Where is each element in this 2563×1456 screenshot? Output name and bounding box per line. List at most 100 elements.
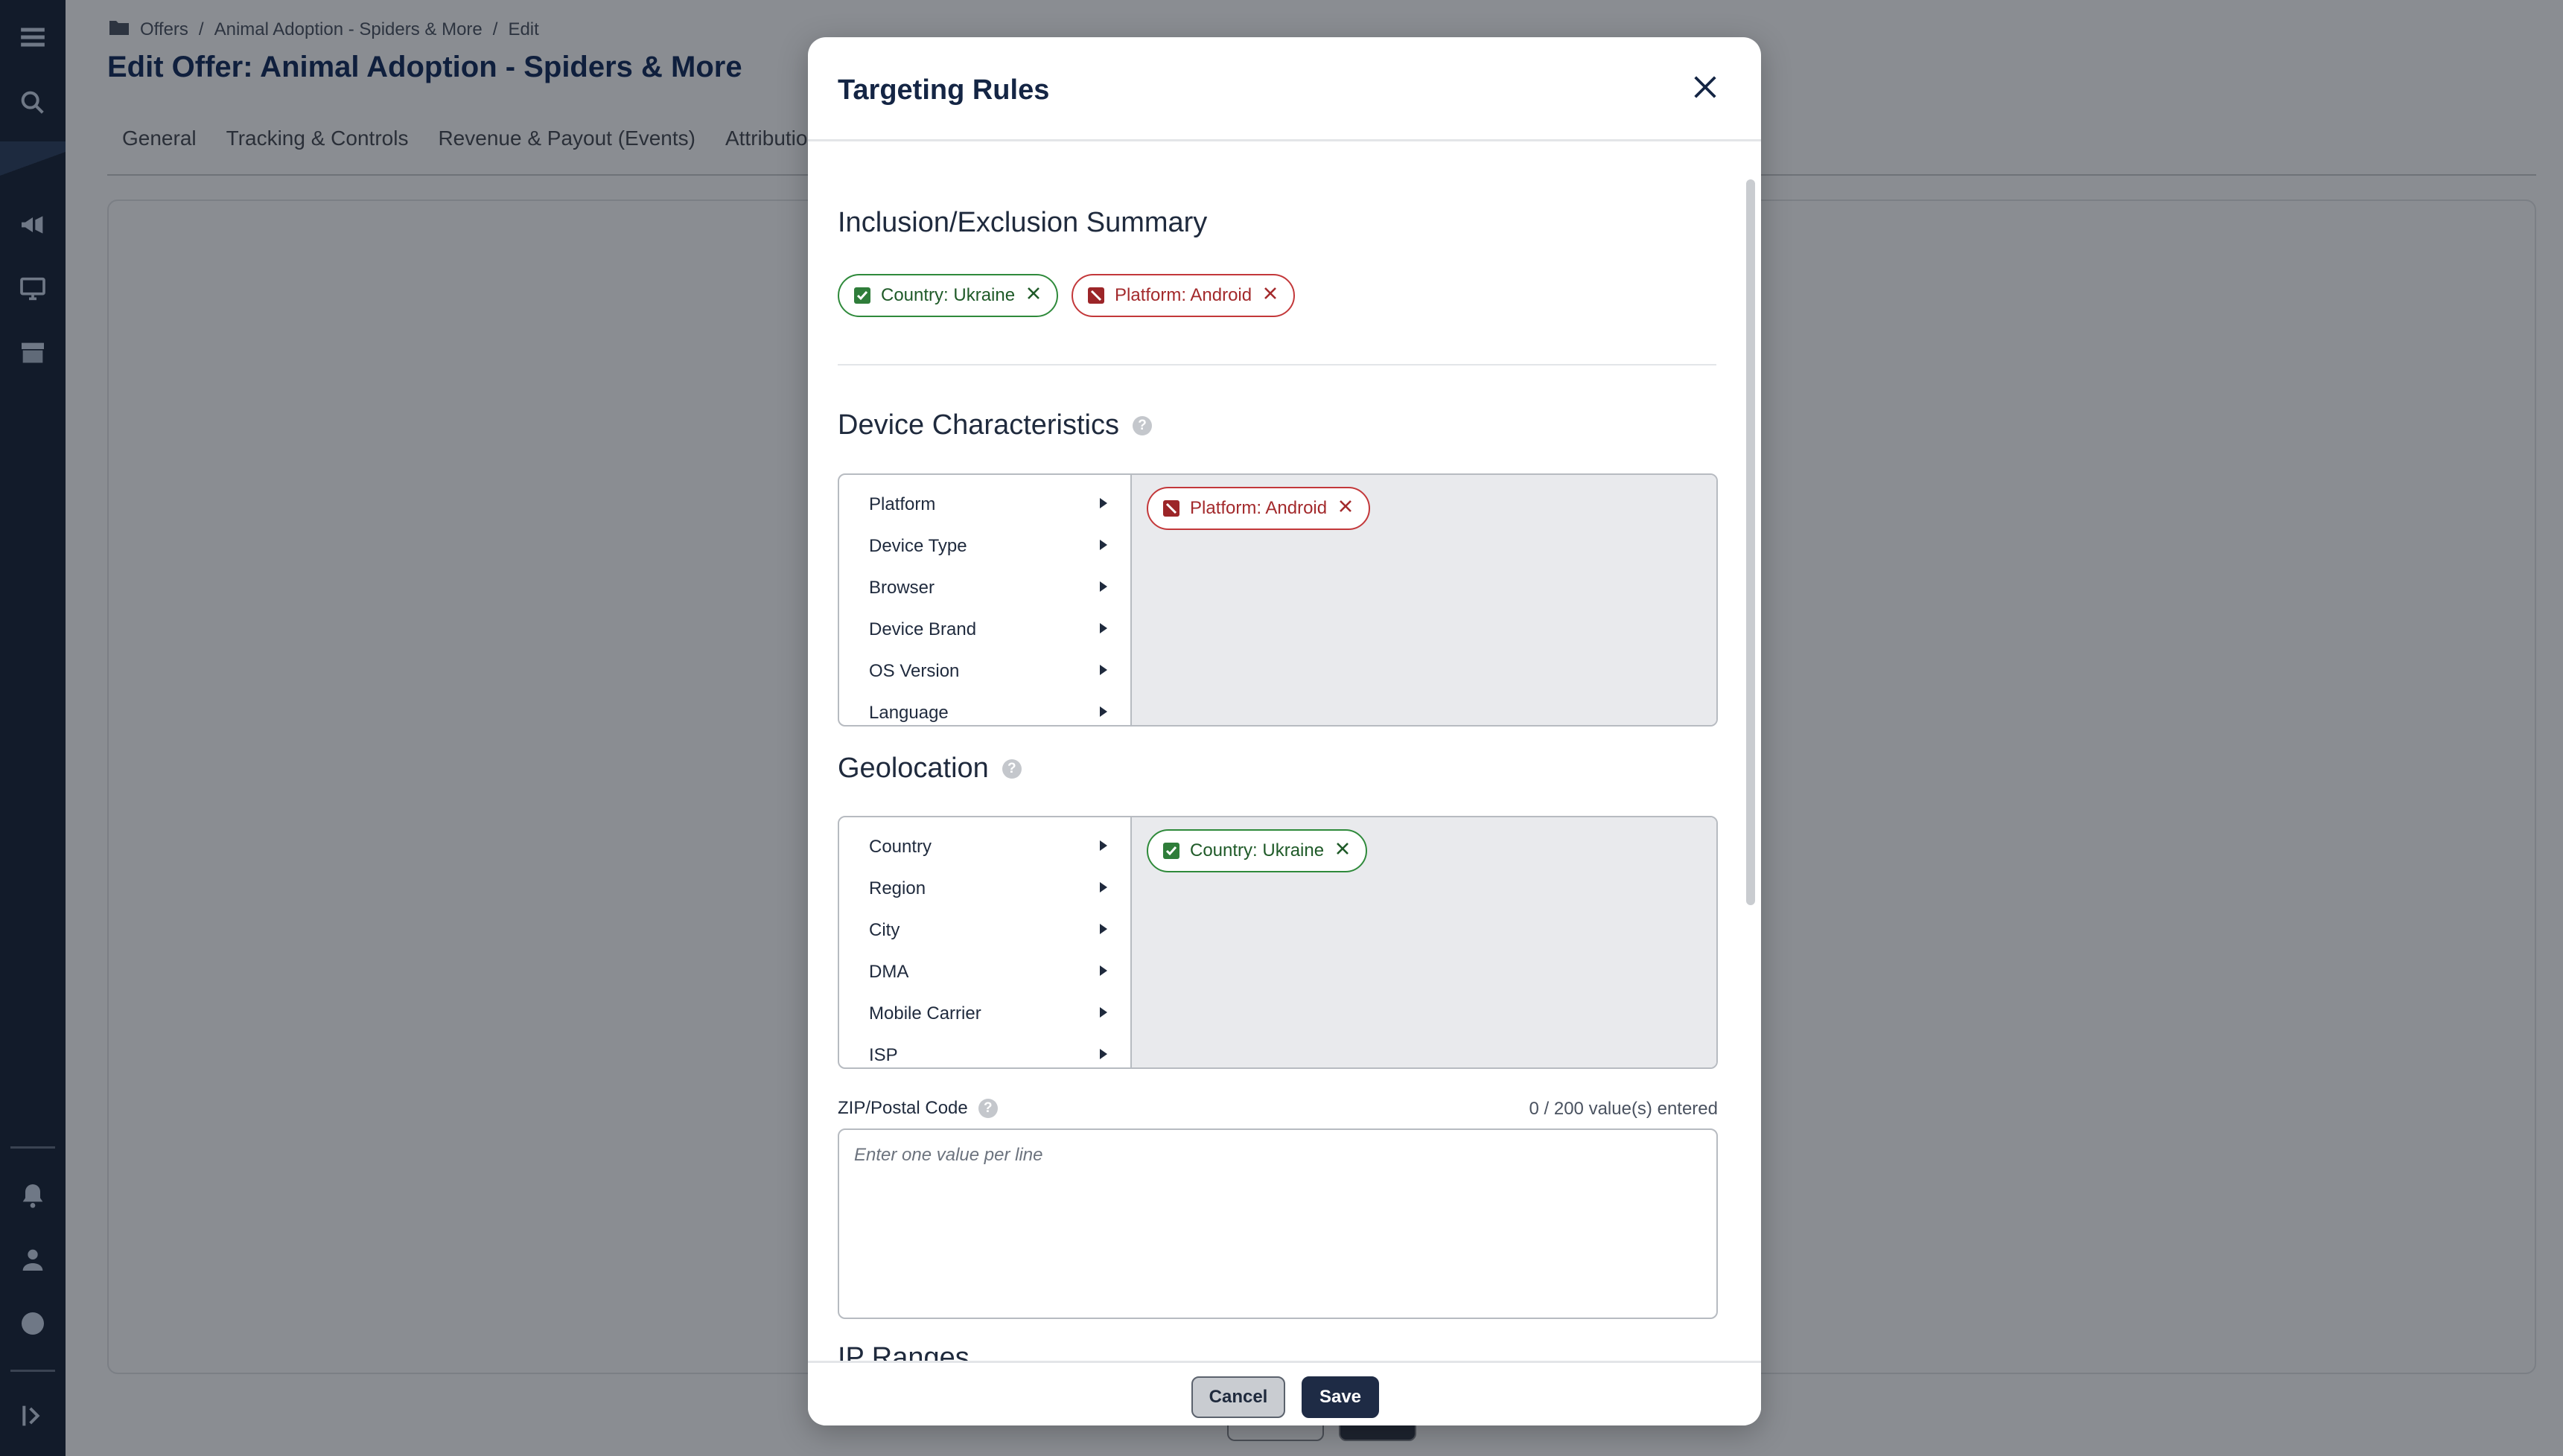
rail-divider: [10, 1370, 55, 1372]
caret-right-icon: [1098, 661, 1109, 682]
remove-icon[interactable]: [1337, 498, 1354, 520]
remove-icon[interactable]: [1262, 285, 1279, 307]
option-label: Language: [869, 703, 949, 723]
option-country[interactable]: Country: [839, 826, 1130, 868]
option-label: Device Brand: [869, 619, 977, 639]
bell-icon[interactable]: [10, 1173, 55, 1218]
tab-tracking-controls[interactable]: Tracking & Controls: [226, 127, 409, 150]
geo-options-list: Country Region City DMA Mobile Carrier I…: [839, 817, 1132, 1067]
summary-title-text: Inclusion/Exclusion Summary: [838, 207, 1208, 238]
breadcrumb-separator: /: [198, 19, 204, 39]
summary-chip-platform: Platform: Android: [1072, 274, 1296, 317]
left-nav-rail: [0, 0, 66, 1456]
modal-footer: Cancel Save: [808, 1361, 1761, 1425]
include-check-icon: [854, 287, 870, 304]
caret-right-icon: [1098, 837, 1109, 858]
caret-right-icon: [1098, 619, 1109, 640]
option-device-brand[interactable]: Device Brand: [839, 609, 1130, 651]
selected-chip-platform: Platform: Android: [1147, 487, 1371, 530]
user-icon[interactable]: [10, 1237, 55, 1282]
help-icon[interactable]: ?: [1133, 415, 1152, 435]
zip-label: ZIP/Postal Code ?: [838, 1098, 998, 1119]
help-icon[interactable]: ?: [978, 1099, 998, 1118]
chip-label: Country: Ukraine: [1190, 840, 1325, 860]
option-language[interactable]: Language: [839, 692, 1130, 725]
storefront-icon[interactable]: [10, 331, 55, 375]
folder-icon: [109, 18, 130, 41]
option-label: Device Type: [869, 536, 967, 556]
tab-attribution[interactable]: Attribution: [725, 127, 819, 150]
breadcrumb-offer[interactable]: Animal Adoption - Spiders & More: [214, 19, 483, 40]
menu-icon[interactable]: [10, 15, 55, 60]
option-mobile-carrier[interactable]: Mobile Carrier: [839, 993, 1130, 1035]
selected-chip-country: Country: Ukraine: [1147, 829, 1368, 872]
zip-textarea[interactable]: [838, 1128, 1718, 1319]
modal-body: Inclusion/Exclusion Summary Country: Ukr…: [808, 144, 1761, 1361]
option-isp[interactable]: ISP: [839, 1035, 1130, 1067]
include-check-icon: [1163, 843, 1179, 859]
option-label: Mobile Carrier: [869, 1003, 981, 1024]
breadcrumb: Offers / Animal Adoption - Spiders & Mor…: [109, 18, 539, 41]
geo-section-title: Geolocation ?: [838, 753, 1022, 785]
rail-divider: [10, 1146, 55, 1149]
help-icon[interactable]: ?: [1002, 759, 1022, 779]
breadcrumb-offers[interactable]: Offers: [140, 19, 188, 40]
close-button[interactable]: [1687, 68, 1724, 106]
device-picker: Platform Device Type Browser Device Bran…: [838, 473, 1718, 727]
search-icon[interactable]: [10, 80, 55, 125]
breadcrumb-separator: /: [492, 19, 498, 39]
scrollbar-thumb[interactable]: [1746, 179, 1755, 905]
help-icon[interactable]: [10, 1301, 55, 1346]
breadcrumb-edit: Edit: [508, 19, 539, 39]
tab-revenue-payout[interactable]: Revenue & Payout (Events): [438, 127, 695, 150]
chip-label: Platform: Android: [1115, 285, 1252, 305]
caret-right-icon: [1098, 578, 1109, 598]
remove-icon[interactable]: [1334, 840, 1351, 862]
cancel-button[interactable]: Cancel: [1191, 1376, 1285, 1418]
caret-right-icon: [1098, 878, 1109, 899]
device-selected-panel: Platform: Android: [1132, 475, 1716, 725]
chip-label: Country: Ukraine: [881, 285, 1016, 305]
remove-icon[interactable]: [1025, 285, 1042, 307]
targeting-rules-modal: Targeting Rules Inclusion/Exclusion Summ…: [808, 37, 1761, 1425]
monitor-icon[interactable]: [10, 266, 55, 311]
option-label: ISP: [869, 1045, 898, 1065]
zip-value-count: 0 / 200 value(s) entered: [1529, 1099, 1719, 1119]
option-os-version[interactable]: OS Version: [839, 651, 1130, 692]
option-dma[interactable]: DMA: [839, 951, 1130, 993]
option-browser[interactable]: Browser: [839, 567, 1130, 609]
option-label: Browser: [869, 578, 935, 598]
option-label: OS Version: [869, 661, 960, 681]
geo-title-text: Geolocation: [838, 753, 989, 784]
modal-title: Targeting Rules: [838, 74, 1050, 106]
section-divider: [838, 364, 1716, 365]
geo-picker: Country Region City DMA Mobile Carrier I…: [838, 816, 1718, 1069]
rail-accent: [0, 141, 66, 186]
save-button[interactable]: Save: [1302, 1376, 1379, 1418]
summary-chip-country: Country: Ukraine: [838, 274, 1059, 317]
option-region[interactable]: Region: [839, 868, 1130, 910]
megaphone-icon[interactable]: [10, 202, 55, 247]
exclude-box-icon: [1088, 287, 1104, 304]
caret-right-icon: [1098, 536, 1109, 557]
caret-right-icon: [1098, 962, 1109, 983]
option-label: City: [869, 920, 900, 940]
zip-label-text: ZIP/Postal Code: [838, 1098, 968, 1118]
device-section-title: Device Characteristics ?: [838, 409, 1152, 441]
option-city[interactable]: City: [839, 910, 1130, 951]
option-device-type[interactable]: Device Type: [839, 526, 1130, 567]
option-label: DMA: [869, 962, 909, 982]
tab-general[interactable]: General: [122, 127, 197, 150]
option-platform[interactable]: Platform: [839, 484, 1130, 526]
caret-right-icon: [1098, 703, 1109, 724]
expand-icon[interactable]: [10, 1393, 55, 1438]
tab-bar: General Tracking & Controls Revenue & Pa…: [122, 127, 819, 150]
caret-right-icon: [1098, 1045, 1109, 1066]
device-title-text: Device Characteristics: [838, 409, 1119, 441]
option-label: Region: [869, 878, 926, 898]
option-label: Platform: [869, 494, 936, 514]
chip-label: Platform: Android: [1190, 498, 1328, 518]
caret-right-icon: [1098, 1003, 1109, 1024]
caret-right-icon: [1098, 494, 1109, 515]
caret-right-icon: [1098, 920, 1109, 941]
